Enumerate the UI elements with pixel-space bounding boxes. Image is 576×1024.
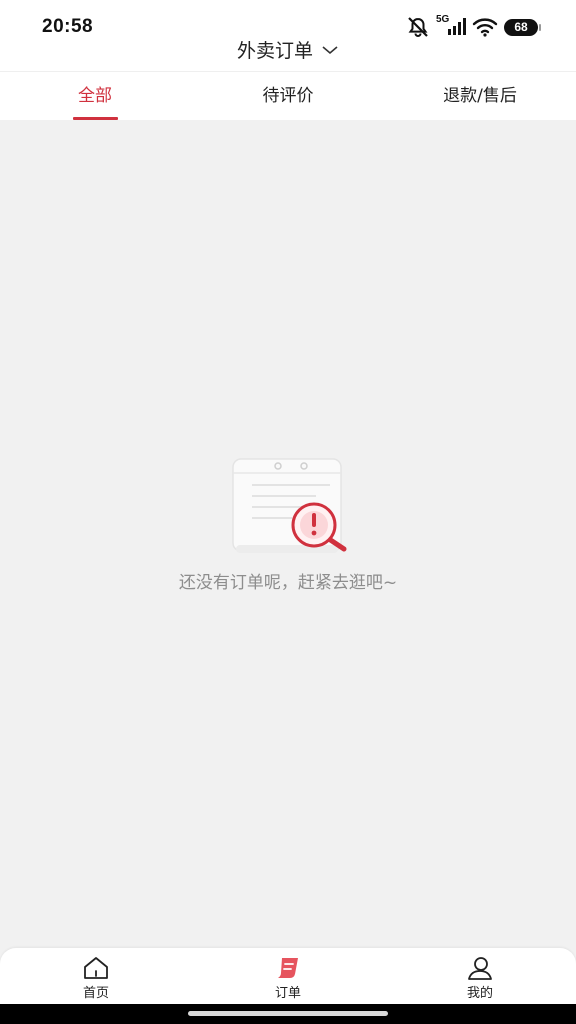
order-type-dropdown[interactable]: 外卖订单 [237,36,339,63]
profile-icon [468,957,492,980]
nav-item-home[interactable]: 首页 [66,956,126,1002]
status-bar: 20:58 5G 68 [0,0,576,40]
header-area: 20:58 5G 68 外卖订单 全部 待评价 退款/售后 [0,0,576,120]
nav-label-home: 首页 [82,986,109,1001]
order-icon [278,958,298,978]
nav-label-orders: 订单 [274,986,301,1001]
wifi-icon [472,18,498,37]
home-gesture-bar[interactable] [188,1011,388,1016]
bottom-nav: 首页 订单 我的 [0,948,576,1004]
tab-pending-review[interactable]: 待评价 [238,72,338,120]
signal-icon: 5G [436,14,466,38]
nav-item-profile[interactable]: 我的 [450,956,510,1002]
tab-refund-aftersale[interactable]: 退款/售后 [420,72,540,120]
bell-muted-icon [408,17,428,37]
empty-orders-illustration [232,458,347,553]
orders-screen: 20:58 5G 68 外卖订单 全部 待评价 退款/售后 还没有订单呢，赶紧去… [0,0,576,1024]
status-time: 20:58 [42,16,94,37]
page-title: 外卖订单 [236,40,313,62]
chevron-down-icon [322,45,338,54]
nav-label-profile: 我的 [466,986,493,1001]
empty-state-message: 还没有订单呢，赶紧去逛吧~ [178,573,398,593]
order-tabs: 全部 待评价 退款/售后 [0,72,576,120]
battery-icon: 68 [504,18,541,36]
nav-item-orders[interactable]: 订单 [258,956,318,1002]
active-tab-indicator [73,117,118,120]
tab-all[interactable]: 全部 [55,72,135,120]
title-row: 外卖订单 [0,36,576,68]
home-icon [84,957,108,979]
